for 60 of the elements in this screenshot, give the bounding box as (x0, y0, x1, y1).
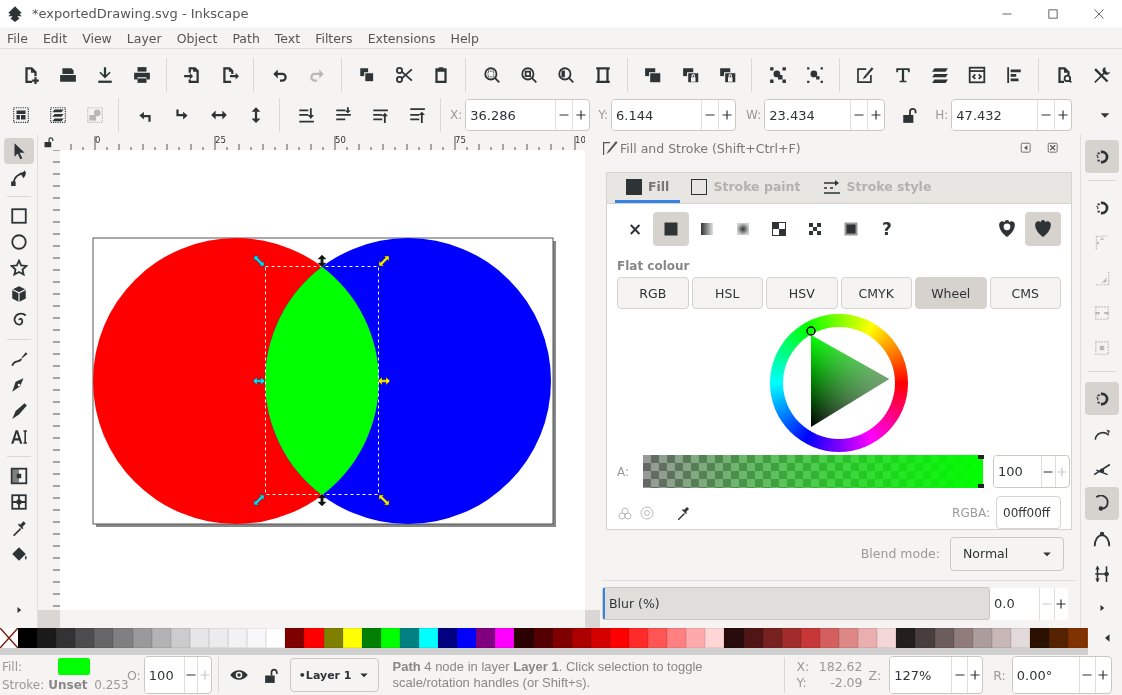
tab[interactable]: Fill (615, 173, 681, 203)
x-label: X: (796, 659, 811, 675)
stroke-value: Unset (48, 678, 89, 692)
rgba-field[interactable]: 00ff00ff (996, 496, 1061, 529)
rgba-label: RGBA: (952, 505, 990, 520)
y-spinbox[interactable]: 6.144 (611, 99, 737, 131)
cursor-y: -2.09 (829, 675, 863, 691)
status-message: Path 4 node in layer Layer 1. Click selection to toggle scale/rotation handles (or Shift+s). (392, 659, 704, 691)
color-mode-button[interactable]: CMS (989, 277, 1061, 309)
stroke-width: 0.253 (94, 678, 129, 692)
w-spinbox[interactable]: 23.434 (764, 99, 886, 131)
zoom-spinbox[interactable]: 127% (889, 656, 984, 694)
layer-dropdown[interactable]: •Layer 1 (289, 658, 379, 692)
w-label: W: (746, 108, 762, 122)
x-spinbox[interactable]: 36.286 (465, 99, 591, 131)
menu-item[interactable]: Path (225, 30, 268, 46)
blur-label: Blur (%) (609, 596, 660, 611)
ruler-label: 10 (575, 135, 585, 145)
menu-item[interactable]: Edit (35, 30, 76, 46)
ruler-label: 50 (335, 135, 346, 145)
y-label: Y: (598, 108, 609, 122)
menu-item[interactable]: Layer (119, 30, 170, 46)
blur-spinbox[interactable]: 0.0 (990, 587, 1068, 620)
fill-label: Fill: (2, 659, 24, 674)
paint-type-button[interactable]: × (617, 212, 653, 246)
x-label: X: (450, 108, 463, 122)
section-label: Flat colour (617, 259, 691, 273)
menu-item[interactable]: File (0, 30, 36, 46)
rotation-spinbox[interactable]: 0.00° (1011, 656, 1112, 694)
ruler-label: 25 (215, 135, 226, 145)
color-mode-button[interactable]: HSL (691, 277, 763, 309)
menu-item[interactable]: Help (443, 30, 487, 46)
alpha-spinbox[interactable]: 100 (993, 455, 1070, 488)
color-mode-button[interactable]: HSV (766, 277, 838, 309)
window-title: *exportedDrawing.svg - Inkscape (32, 6, 250, 21)
y-label: Y: (796, 675, 808, 691)
menu-item[interactable]: Text (267, 30, 309, 46)
h-spinbox[interactable]: 47.432 (951, 99, 1073, 131)
opacity-spinbox[interactable]: 100 (143, 656, 212, 694)
blend-mode-label: Blend mode: (860, 546, 940, 561)
opacity-label: O: (127, 667, 141, 683)
color-mode-button[interactable]: RGB (617, 277, 689, 309)
menu-item[interactable]: View (75, 30, 120, 46)
rotation-label: R: (993, 667, 1006, 683)
zoom-label: Z: (868, 667, 882, 683)
blur-slider[interactable]: Blur (%) (602, 587, 990, 620)
ruler-label: 0 (95, 135, 101, 145)
menu-item[interactable]: Filters (308, 30, 361, 46)
cursor-x: 182.62 (818, 659, 863, 675)
blend-mode-dropdown[interactable]: Normal (950, 536, 1064, 571)
menu-item[interactable]: Extensions (360, 30, 444, 46)
h-label: H: (935, 108, 949, 122)
menu-item[interactable]: Object (169, 30, 226, 46)
alpha-label: A: (617, 464, 631, 479)
color-mode-button[interactable]: CMYK (840, 277, 912, 309)
dialog-title: Fill and Stroke (Shift+Ctrl+F) (620, 140, 802, 156)
stroke-label: Stroke: (2, 678, 45, 692)
color-mode-button[interactable]: Wheel (915, 277, 987, 309)
paint-type-button[interactable]: ? (869, 212, 905, 246)
ruler-label: 75 (455, 135, 466, 145)
